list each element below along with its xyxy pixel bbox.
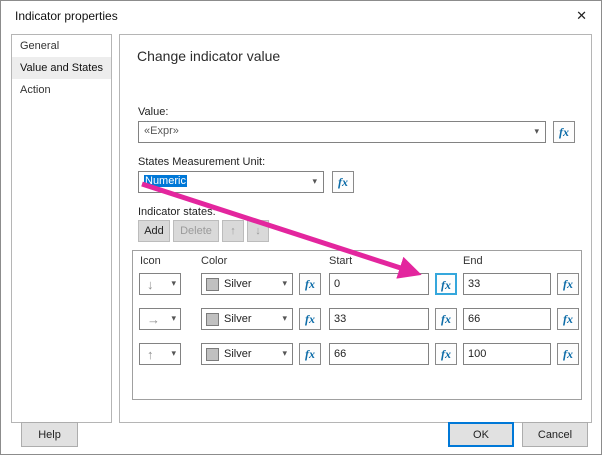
fx-icon: fx [559, 125, 569, 139]
ok-button[interactable]: OK [448, 422, 514, 447]
help-button[interactable]: Help [21, 422, 78, 447]
titlebar: Indicator properties ✕ [1, 1, 601, 31]
up-arrow-icon: ↑ [147, 347, 154, 362]
end-fx-button[interactable]: fx [557, 343, 579, 365]
states-measurement-unit-combobox[interactable]: Numeric ▾ [138, 171, 324, 193]
fx-icon: fx [441, 312, 451, 326]
fx-icon: fx [305, 277, 315, 291]
down-arrow-icon: ↓ [255, 225, 261, 237]
start-input[interactable] [329, 273, 429, 295]
unit-combobox-text: Numeric [144, 175, 187, 187]
fx-icon: fx [305, 312, 315, 326]
start-fx-button[interactable]: fx [435, 308, 457, 330]
close-icon[interactable]: ✕ [576, 8, 587, 24]
end-input[interactable] [463, 308, 551, 330]
end-fx-button[interactable]: fx [557, 308, 579, 330]
fx-icon: fx [563, 312, 573, 326]
table-row: → ▾ Silver ▾ fx fx fx [133, 308, 581, 330]
color-swatch [206, 313, 219, 326]
table-row: ↑ ▾ Silver ▾ fx fx fx [133, 343, 581, 365]
color-name: Silver [224, 313, 252, 325]
chevron-down-icon: ▾ [282, 278, 287, 288]
move-down-button[interactable]: ↓ [247, 220, 269, 242]
column-header-end: End [463, 255, 483, 267]
fx-icon: fx [563, 347, 573, 361]
icon-dropdown[interactable]: ↓ ▾ [139, 273, 181, 295]
delete-button[interactable]: Delete [173, 220, 219, 242]
table-row: ↓ ▾ Silver ▾ fx fx fx [133, 273, 581, 295]
move-up-button[interactable]: ↑ [222, 220, 244, 242]
up-arrow-icon: ↑ [230, 225, 236, 237]
indicator-states-label: Indicator states: [138, 206, 216, 218]
indicator-properties-dialog: Indicator properties ✕ General Value and… [0, 0, 602, 455]
icon-dropdown[interactable]: → ▾ [139, 308, 181, 330]
unit-fx-button[interactable]: fx [332, 171, 354, 193]
start-fx-button[interactable]: fx [435, 273, 457, 295]
icon-dropdown[interactable]: ↑ ▾ [139, 343, 181, 365]
fx-icon: fx [441, 347, 451, 361]
selected-text: Numeric [144, 175, 187, 187]
indicator-states-table: Icon Color Start End ↓ ▾ Silver ▾ fx fx [132, 250, 582, 400]
end-input[interactable] [463, 343, 551, 365]
chevron-down-icon: ▾ [312, 176, 317, 186]
add-button[interactable]: Add [138, 220, 170, 242]
start-input[interactable] [329, 343, 429, 365]
chevron-down-icon: ▾ [282, 348, 287, 358]
value-combobox[interactable]: «Expr» ▾ [138, 121, 546, 143]
fx-icon: fx [563, 277, 573, 291]
sidebar-item-general[interactable]: General [12, 35, 111, 57]
color-fx-button[interactable]: fx [299, 308, 321, 330]
fx-icon: fx [441, 278, 451, 292]
chevron-down-icon: ▾ [534, 126, 539, 136]
color-fx-button[interactable]: fx [299, 343, 321, 365]
main-panel: Change indicator value Value: «Expr» ▾ f… [119, 34, 592, 423]
chevron-down-icon: ▾ [171, 278, 176, 288]
color-dropdown[interactable]: Silver ▾ [201, 273, 293, 295]
sidebar-item-value-and-states[interactable]: Value and States [12, 57, 111, 79]
start-fx-button[interactable]: fx [435, 343, 457, 365]
sidebar-item-action[interactable]: Action [12, 79, 111, 101]
color-name: Silver [224, 278, 252, 290]
cancel-button[interactable]: Cancel [522, 422, 588, 447]
color-dropdown[interactable]: Silver ▾ [201, 343, 293, 365]
fx-icon: fx [338, 175, 348, 189]
value-fx-button[interactable]: fx [553, 121, 575, 143]
start-input[interactable] [329, 308, 429, 330]
color-swatch [206, 278, 219, 291]
states-measurement-unit-label: States Measurement Unit: [138, 156, 266, 168]
color-dropdown[interactable]: Silver ▾ [201, 308, 293, 330]
color-swatch [206, 348, 219, 361]
value-combobox-text: «Expr» [144, 125, 179, 137]
chevron-down-icon: ▾ [282, 313, 287, 323]
fx-icon: fx [305, 347, 315, 361]
color-fx-button[interactable]: fx [299, 273, 321, 295]
right-arrow-icon: → [147, 312, 160, 327]
chevron-down-icon: ▾ [171, 348, 176, 358]
color-name: Silver [224, 348, 252, 360]
column-header-start: Start [329, 255, 353, 267]
dialog-title: Indicator properties [15, 9, 118, 23]
chevron-down-icon: ▾ [171, 313, 176, 323]
column-header-color: Color [201, 255, 228, 267]
page-title: Change indicator value [137, 48, 281, 64]
end-input[interactable] [463, 273, 551, 295]
value-label: Value: [138, 106, 169, 118]
column-header-icon: Icon [140, 255, 161, 267]
end-fx-button[interactable]: fx [557, 273, 579, 295]
down-arrow-icon: ↓ [147, 277, 154, 292]
sidebar: General Value and States Action [11, 34, 112, 423]
